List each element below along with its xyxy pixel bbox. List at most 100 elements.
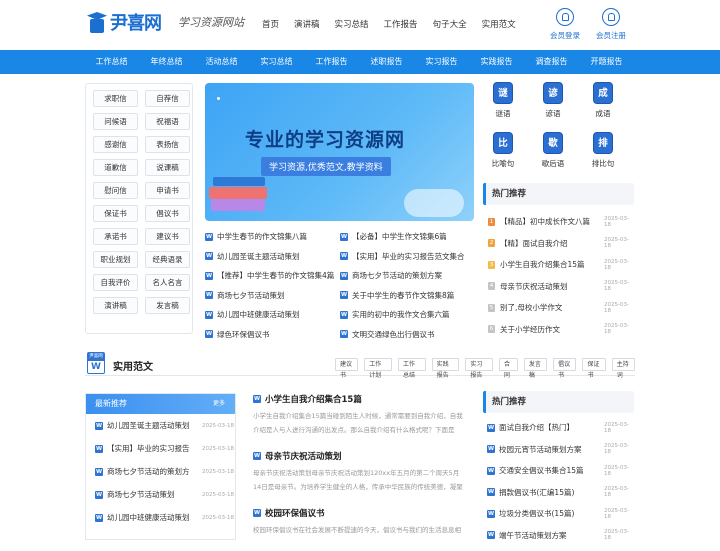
article-title: 【推荐】中学生春节的作文锦集4篇 [217, 271, 335, 281]
doc-icon: W [487, 531, 495, 540]
category-link[interactable]: 演讲稿 [93, 297, 138, 314]
nav-item[interactable]: 实践报告 [469, 50, 524, 74]
section-tag[interactable]: 保证书 [582, 358, 606, 379]
site-logo[interactable]: 尹喜网 [87, 8, 173, 36]
hot2-item[interactable]: W 校园元宵节活动策划方案 2025-03-18 [483, 439, 634, 461]
rank-badge: 4 [488, 282, 495, 291]
tool-item[interactable]: 排排比句 [583, 132, 623, 169]
category-link[interactable]: 自我评价 [93, 274, 138, 291]
newest-item[interactable]: W 【实用】毕业的实习报告 2025-03-18 [86, 437, 235, 460]
category-link[interactable]: 说课稿 [145, 159, 190, 176]
category-link[interactable]: 名人名言 [145, 274, 190, 291]
nav-item[interactable]: 述职报告 [359, 50, 414, 74]
category-link[interactable]: 保证书 [93, 205, 138, 222]
tool-item[interactable]: 歇歇后语 [533, 132, 573, 169]
section-header: 尹喜网 W 实用范文 建议书 工作计划 工作总结 实践报告 实习报告 合同 发言稿 倡议书 保证… [85, 352, 636, 379]
category-link[interactable]: 经典语录 [145, 251, 190, 268]
article-row: W 【推荐】中学生春节的作文锦集4篇 W 商场七夕节活动的策划方案 [205, 266, 475, 286]
nav-item[interactable]: 年终总结 [139, 50, 194, 74]
category-link[interactable]: 建议书 [145, 228, 190, 245]
category-link[interactable]: 职业规划 [93, 251, 138, 268]
category-link[interactable]: 问候语 [93, 113, 138, 130]
banner-title: 专业的学习资源网 [245, 129, 406, 151]
category-link[interactable]: 道歉信 [93, 159, 138, 176]
category-link[interactable]: 慰问信 [93, 182, 138, 199]
tool-item[interactable]: 成成语 [583, 82, 623, 119]
hot-item[interactable]: 2 【精】面试自我介绍 2025-03-18 [483, 233, 634, 255]
login-button[interactable]: 会员登录 [547, 8, 583, 41]
article-link[interactable]: W 关于中学生的春节作文锦集8篇 [340, 290, 475, 301]
tool-item[interactable]: 谜谜语 [483, 82, 523, 119]
nav-item[interactable]: 活动总结 [194, 50, 249, 74]
category-link[interactable]: 倡议书 [145, 205, 190, 222]
hot2-item[interactable]: W 交通安全倡议书集合15篇 2025-03-18 [483, 460, 634, 482]
hot2-item[interactable]: W 面试自我介绍【热门】 2025-03-18 [483, 417, 634, 439]
article-link[interactable]: W 实用的初中的我作文合集六篇 [340, 309, 475, 320]
section-tag[interactable]: 倡议书 [553, 358, 577, 379]
article-link[interactable]: W 幼儿园中班健康活动策划 [205, 309, 340, 320]
nav-item[interactable]: 实习报告 [414, 50, 469, 74]
register-button[interactable]: 会员注册 [593, 8, 629, 41]
hot-item[interactable]: 4 母亲节庆祝活动策划 2025-03-18 [483, 276, 634, 298]
topnav-item[interactable]: 实用范文 [482, 18, 516, 30]
category-link[interactable]: 感谢信 [93, 136, 138, 153]
more-link[interactable]: 更多 [213, 394, 225, 414]
topnav-item[interactable]: 工作报告 [384, 18, 418, 30]
article-link[interactable]: W 【实用】毕业的实习报告范文集合 [340, 251, 475, 262]
article-link[interactable]: W 中学生春节的作文锦集八篇 [205, 231, 340, 242]
doc-icon: W [95, 467, 103, 476]
category-link[interactable]: 祝福语 [145, 113, 190, 130]
article-link[interactable]: W 绿色环保倡议书 [205, 329, 340, 340]
nav-item[interactable]: 工作报告 [304, 50, 359, 74]
category-link[interactable]: 自荐信 [145, 90, 190, 107]
article-link[interactable]: W 【必备】中学生作文锦集6篇 [340, 231, 475, 242]
nav-item[interactable]: 调查报告 [524, 50, 579, 74]
section-tag[interactable]: 工作总结 [397, 358, 426, 379]
article-link[interactable]: W 商场七夕节活动策划 [205, 290, 340, 301]
feature-article[interactable]: W 母亲节庆祝活动策划 母亲节庆祝活动策划母亲节庆祝活动策划120xx年五月的第二个… [253, 450, 466, 494]
category-link[interactable]: 申请书 [145, 182, 190, 199]
section-tag[interactable]: 建议书 [335, 358, 359, 379]
hot2-item[interactable]: W 端午节活动策划方案 2025-03-18 [483, 525, 634, 547]
newest-item[interactable]: W 幼儿园中班健康活动策划 2025-03-18 [86, 506, 235, 529]
article-link[interactable]: W 【推荐】中学生春节的作文锦集4篇 [205, 270, 340, 281]
article-link[interactable]: W 文明交通绿色出行倡议书 [340, 329, 475, 340]
newest-item[interactable]: W 商场七夕节活动策划 2025-03-18 [86, 483, 235, 506]
tool-item[interactable]: 比比喻句 [483, 132, 523, 169]
hot2-item[interactable]: W 捐款倡议书(汇编15篇) 2025-03-18 [483, 482, 634, 504]
hot-item-date: 2025-03-18 [604, 215, 629, 228]
topnav-item[interactable]: 句子大全 [433, 18, 467, 30]
tool-label: 谜语 [495, 109, 511, 118]
section-tag[interactable]: 主持词 [611, 358, 636, 379]
feature-article[interactable]: W 校园环保倡议书 校园环保倡议书在社会发展不断提速的今天，倡议书与我们的生活息息相 [253, 507, 466, 551]
category-link[interactable]: 求职信 [93, 90, 138, 107]
section-tag[interactable]: 合同 [499, 358, 518, 379]
hot2-item[interactable]: W 垃圾分类倡议书(15篇) 2025-03-18 [483, 503, 634, 525]
category-link[interactable]: 承诺书 [93, 228, 138, 245]
feature-article[interactable]: W 小学生自我介绍集合15篇 小学生自我介绍集合15篇当碰到陌生人时候，通常需要到自… [253, 393, 466, 437]
hot-item[interactable]: 1 【精品】初中成长作文八篇 2025-03-18 [483, 211, 634, 233]
category-link[interactable]: 表扬信 [145, 136, 190, 153]
article-link[interactable]: W 商场七夕节活动的策划方案 [340, 270, 475, 281]
newest-item[interactable]: W 幼儿园圣诞主题活动策划 2025-03-18 [86, 414, 235, 437]
hot-item[interactable]: 3 小学生自我介绍集合15篇 2025-03-18 [483, 254, 634, 276]
topnav-item[interactable]: 实习总结 [335, 18, 369, 30]
category-link[interactable]: 发言稿 [145, 297, 190, 314]
newest-item[interactable]: W 商场七夕节活动的策划方 2025-03-18 [86, 460, 235, 483]
section-tag[interactable]: 实践报告 [431, 358, 460, 379]
hero-banner[interactable]: 专业的学习资源网 学习资源,优秀范文,教学资料 [205, 83, 474, 221]
nav-item[interactable]: 实习总结 [249, 50, 304, 74]
tool-item[interactable]: 谚谚语 [533, 82, 573, 119]
topnav-item[interactable]: 演讲稿 [294, 18, 320, 30]
hot-item[interactable]: 5 别了,母校小学作文 2025-03-18 [483, 297, 634, 319]
nav-item[interactable]: 开题报告 [579, 50, 634, 74]
section-tag[interactable]: 工作计划 [364, 358, 392, 379]
topnav-item[interactable]: 首页 [262, 18, 279, 30]
books-icon [205, 175, 271, 221]
nav-item[interactable]: 工作总结 [84, 50, 139, 74]
proverb-icon: 谚 [543, 82, 563, 104]
article-link[interactable]: W 幼儿园圣诞主题活动策划 [205, 251, 340, 262]
section-tag[interactable]: 实习报告 [465, 358, 494, 379]
hot-item[interactable]: 6 关于小学经历作文 2025-03-18 [483, 319, 634, 341]
section-tag[interactable]: 发言稿 [523, 358, 548, 379]
